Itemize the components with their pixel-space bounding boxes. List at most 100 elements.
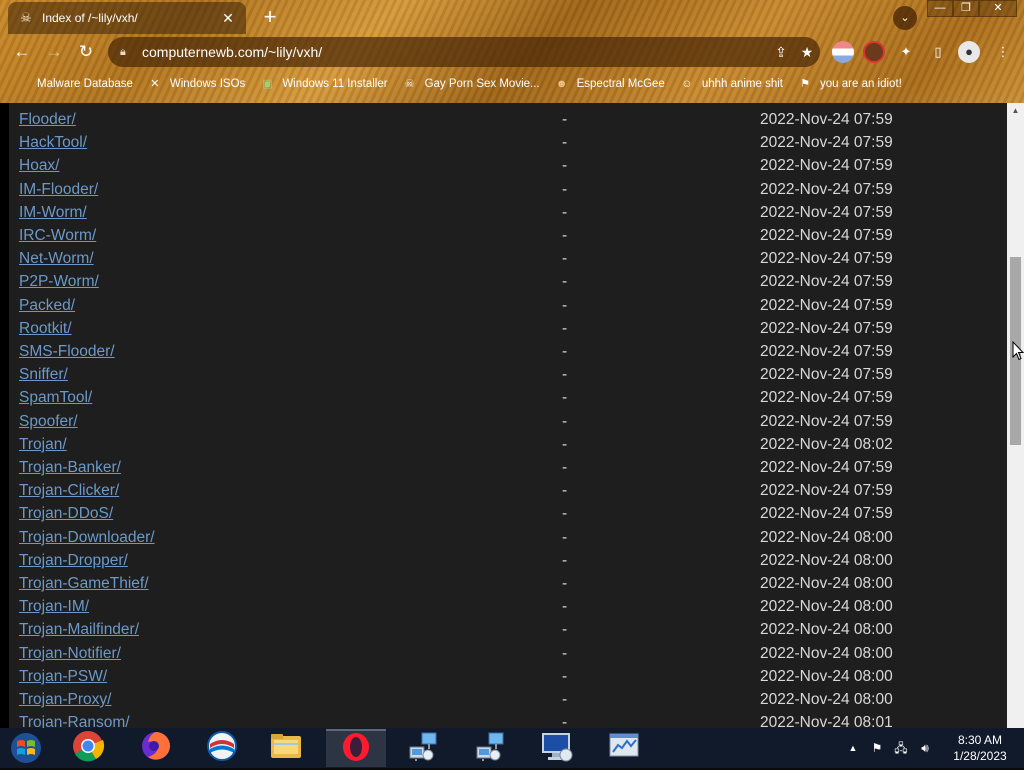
bookmark-item[interactable]: ☻ Espectral McGee [554, 73, 665, 95]
table-row: Packed/ - 2022-Nov-24 07:59 [9, 297, 1007, 320]
directory-link[interactable]: Flooder/ [19, 111, 76, 129]
menu-kebab-icon[interactable]: ⋮ [992, 41, 1014, 63]
bookmark-label: uhhh anime shit [701, 78, 784, 90]
table-row: SpamTool/ - 2022-Nov-24 07:59 [9, 389, 1007, 412]
bookmark-item[interactable]: ☺ uhhh anime shit [679, 73, 783, 95]
directory-link[interactable]: Trojan-Ransom/ [19, 714, 130, 728]
table-row: Trojan-Notifier/ - 2022-Nov-24 08:00 [9, 645, 1007, 668]
extensions-puzzle-icon[interactable]: ✦ [895, 41, 917, 63]
taskbar-network-setup-button[interactable] [393, 729, 453, 767]
directory-link[interactable]: IM-Flooder/ [19, 181, 98, 199]
start-button[interactable] [6, 731, 46, 765]
date-cell: 2022-Nov-24 07:59 [760, 180, 893, 198]
size-cell: - [562, 575, 568, 592]
table-row: Trojan-Proxy/ - 2022-Nov-24 08:00 [9, 691, 1007, 714]
date-cell: 2022-Nov-24 07:59 [760, 111, 893, 128]
minimize-button[interactable]: — [927, 0, 953, 17]
bookmark-label: Windows ISOs [169, 78, 246, 90]
directory-link[interactable]: Hoax/ [19, 157, 60, 175]
directory-link[interactable]: Trojan-Downloader/ [19, 529, 155, 547]
bookmark-item[interactable]: ▮Malware Database [14, 73, 133, 95]
directory-link[interactable]: Trojan-PSW/ [19, 668, 107, 686]
network-computer-icon [473, 729, 507, 768]
side-panel-icon[interactable]: ▯ [927, 41, 949, 63]
profile-icon[interactable]: ● [958, 41, 980, 63]
taskbar-file-explorer-button[interactable] [256, 729, 316, 767]
size-cell: - [562, 111, 568, 128]
date-cell: 2022-Nov-24 07:59 [760, 505, 893, 523]
vertical-scrollbar[interactable]: ▲ [1007, 103, 1024, 728]
directory-link[interactable]: Trojan-Proxy/ [19, 691, 111, 709]
directory-link[interactable]: Trojan-Notifier/ [19, 645, 121, 663]
directory-link[interactable]: Trojan-Clicker/ [19, 482, 119, 500]
tab-search-button[interactable]: ⌄ [893, 6, 917, 30]
directory-link[interactable]: Sniffer/ [19, 366, 68, 384]
bookmark-item[interactable]: ✕ Windows ISOs [147, 73, 245, 95]
skull-icon: ☠ [404, 78, 415, 90]
directory-link[interactable]: SMS-Flooder/ [19, 343, 115, 361]
bookmark-label: Espectral McGee [576, 78, 665, 90]
system-clock[interactable]: 8:30 AM 1/28/2023 [944, 732, 1016, 764]
date-cell: 2022-Nov-24 08:00 [760, 551, 893, 569]
bookmark-item[interactable]: ☠ Gay Porn Sex Movie... [402, 73, 540, 95]
directory-link[interactable]: SpamTool/ [19, 389, 92, 407]
date-cell: 2022-Nov-24 07:59 [760, 319, 893, 337]
new-tab-button[interactable]: + [259, 6, 281, 28]
extension-flag-icon[interactable] [832, 41, 854, 63]
directory-link[interactable]: Trojan-GameThief/ [19, 575, 149, 593]
directory-link[interactable]: Rootkit/ [19, 320, 72, 338]
address-bar[interactable]: 🔒︎ computernewb.com/~lily/vxh/ ⇪ ★ [108, 37, 820, 67]
directory-link[interactable]: Trojan-Mailfinder/ [19, 621, 139, 639]
directory-link[interactable]: IM-Worm/ [19, 204, 87, 222]
taskbar: ▲ ⚑ 🖧︎ 🔊︎ 8:30 AM 1/28/2023 [0, 728, 1024, 768]
share-icon[interactable]: ⇪ [768, 39, 794, 65]
table-row: Trojan-Ransom/ - 2022-Nov-24 08:01 [9, 714, 1007, 728]
bookmark-item[interactable]: ▣ Windows 11 Installer [259, 73, 387, 95]
directory-link[interactable]: Net-Worm/ [19, 250, 94, 268]
directory-link[interactable]: P2P-Worm/ [19, 273, 99, 291]
directory-link[interactable]: Trojan-IM/ [19, 598, 89, 616]
size-cell: - [562, 528, 568, 546]
taskbar-outlook-button[interactable] [192, 729, 252, 767]
directory-link[interactable]: IRC-Worm/ [19, 227, 96, 245]
directory-link[interactable]: HackTool/ [19, 134, 87, 152]
directory-link[interactable]: Trojan-Dropper/ [19, 552, 128, 570]
directory-link[interactable]: Trojan/ [19, 436, 67, 454]
taskbar-network-setup-2-button[interactable] [460, 729, 520, 767]
chrome-icon [71, 729, 105, 768]
taskbar-chrome-button[interactable] [58, 729, 118, 767]
table-row: Hoax/ - 2022-Nov-24 07:59 [9, 157, 1007, 180]
bookmark-star-icon[interactable]: ★ [794, 39, 820, 65]
reload-button[interactable]: ↻ [74, 40, 98, 64]
directory-link[interactable]: Trojan-Banker/ [19, 459, 121, 477]
network-icon[interactable]: 🖧︎ [893, 740, 909, 756]
table-row: Net-Worm/ - 2022-Nov-24 07:59 [9, 250, 1007, 273]
lock-icon[interactable]: 🔒︎ [120, 45, 134, 59]
back-button[interactable]: ← [10, 40, 34, 64]
scroll-up-arrow-icon[interactable]: ▲ [1010, 105, 1021, 116]
taskbar-remote-desktop-button[interactable] [527, 729, 587, 767]
table-row: Trojan-Mailfinder/ - 2022-Nov-24 08:00 [9, 621, 1007, 644]
directory-link[interactable]: Spoofer/ [19, 413, 78, 431]
bookmark-item[interactable]: ⚑ you are an idiot! [797, 73, 902, 95]
restore-button[interactable]: ❐ [953, 0, 979, 17]
directory-link[interactable]: Packed/ [19, 297, 75, 315]
close-icon[interactable]: ✕ [220, 10, 236, 26]
browser-chrome: ☠ Index of /~lily/vxh/ ✕ + ⌄ — ❐ ✕ ← → ↻… [0, 0, 1024, 103]
bookmark-label: Malware Database [37, 78, 133, 90]
date-cell: 2022-Nov-24 08:00 [760, 644, 893, 662]
extension-avatar-icon[interactable] [863, 41, 885, 63]
close-window-button[interactable]: ✕ [979, 0, 1017, 17]
show-hidden-icons-icon[interactable]: ▲ [845, 740, 861, 756]
url-text[interactable]: computernewb.com/~lily/vxh/ [142, 44, 768, 60]
taskbar-performance-monitor-button[interactable] [594, 729, 654, 767]
taskbar-opera-button[interactable] [326, 729, 386, 767]
table-row: Spoofer/ - 2022-Nov-24 07:59 [9, 413, 1007, 436]
taskbar-firefox-button[interactable] [126, 729, 186, 767]
action-center-flag-icon[interactable]: ⚑ [869, 740, 885, 756]
volume-icon[interactable]: 🔊︎ [917, 740, 933, 756]
forward-button[interactable]: → [42, 40, 66, 64]
mouse-cursor-icon [1012, 341, 1024, 361]
directory-link[interactable]: Trojan-DDoS/ [19, 505, 113, 523]
tab-index-of-vxh[interactable]: ☠ Index of /~lily/vxh/ ✕ [8, 2, 246, 34]
